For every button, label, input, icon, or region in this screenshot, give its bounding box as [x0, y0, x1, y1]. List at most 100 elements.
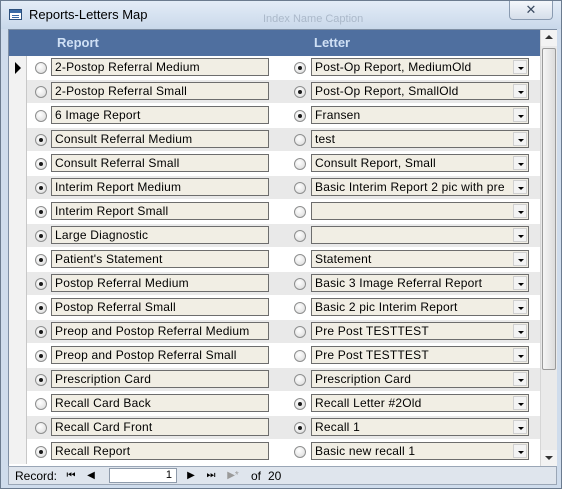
letter-radio[interactable] — [294, 278, 306, 290]
scroll-up-arrow-icon[interactable] — [541, 30, 557, 46]
report-field[interactable]: 6 Image Report — [51, 106, 269, 124]
letter-radio[interactable] — [294, 206, 306, 218]
report-field[interactable]: Patient's Statement — [51, 250, 269, 268]
dropdown-arrow-icon[interactable] — [513, 444, 527, 458]
vertical-scrollbar[interactable] — [540, 30, 557, 466]
title-bar[interactable]: Reports-Letters Map Index Name Caption ✕ — [1, 1, 561, 29]
record-selector[interactable] — [9, 104, 27, 128]
letter-radio[interactable] — [294, 302, 306, 314]
record-selector[interactable] — [9, 224, 27, 248]
report-field[interactable]: Postop Referral Medium — [51, 274, 269, 292]
new-record-icon[interactable]: ▶* — [223, 468, 243, 483]
dropdown-arrow-icon[interactable] — [513, 372, 527, 386]
letter-combobox[interactable]: Recall Letter #2Old — [311, 394, 529, 412]
dropdown-arrow-icon[interactable] — [513, 348, 527, 362]
report-field[interactable]: Preop and Postop Referral Small — [51, 346, 269, 364]
table-row[interactable]: Postop Referral Small Basic 2 pic Interim… — [9, 296, 540, 320]
dropdown-arrow-icon[interactable] — [513, 300, 527, 314]
report-radio[interactable] — [35, 158, 47, 170]
report-field[interactable]: Interim Report Small — [51, 202, 269, 220]
table-row[interactable]: Recall Card Front Recall 1 — [9, 416, 540, 440]
report-field[interactable]: Preop and Postop Referral Medium — [51, 322, 269, 340]
scrollbar-thumb[interactable] — [542, 48, 556, 370]
report-field[interactable]: Postop Referral Small — [51, 298, 269, 316]
record-selector[interactable] — [9, 272, 27, 296]
report-radio[interactable] — [35, 206, 47, 218]
letter-combobox[interactable]: Fransen — [311, 106, 529, 124]
report-radio[interactable] — [35, 182, 47, 194]
report-radio[interactable] — [35, 374, 47, 386]
letter-radio[interactable] — [294, 446, 306, 458]
report-field[interactable]: 2-Postop Referral Medium — [51, 58, 269, 76]
letter-combobox[interactable]: test — [311, 130, 529, 148]
dropdown-arrow-icon[interactable] — [513, 180, 527, 194]
record-selector[interactable] — [9, 200, 27, 224]
record-selector[interactable] — [9, 80, 27, 104]
next-record-icon[interactable]: ▶ — [181, 468, 201, 483]
table-row[interactable]: Prescription Card Prescription Card — [9, 368, 540, 392]
dropdown-arrow-icon[interactable] — [513, 132, 527, 146]
letter-combobox[interactable]: Basic Interim Report 2 pic with pre — [311, 178, 529, 196]
letter-combobox[interactable]: Pre Post TESTTEST — [311, 346, 529, 364]
report-field[interactable]: Recall Report — [51, 442, 269, 460]
letter-combobox[interactable]: Post-Op Report, MediumOld — [311, 58, 529, 76]
letter-radio[interactable] — [294, 254, 306, 266]
report-field[interactable]: Recall Card Back — [51, 394, 269, 412]
dropdown-arrow-icon[interactable] — [513, 252, 527, 266]
table-row[interactable]: Recall Card Back Recall Letter #2Old — [9, 392, 540, 416]
report-radio[interactable] — [35, 398, 47, 410]
record-selector[interactable] — [9, 344, 27, 368]
table-row[interactable]: 2-Postop Referral Small Post-Op Report, S… — [9, 80, 540, 104]
record-selector[interactable] — [9, 296, 27, 320]
record-selector[interactable] — [9, 248, 27, 272]
table-row[interactable]: 2-Postop Referral Medium Post-Op Report, … — [9, 56, 540, 80]
letter-radio[interactable] — [294, 110, 306, 122]
table-row[interactable]: 6 Image Report Fransen — [9, 104, 540, 128]
record-selector[interactable] — [9, 176, 27, 200]
report-radio[interactable] — [35, 86, 47, 98]
table-row[interactable]: Large Diagnostic — [9, 224, 540, 248]
letter-radio[interactable] — [294, 422, 306, 434]
record-selector[interactable] — [9, 320, 27, 344]
report-field[interactable]: Prescription Card — [51, 370, 269, 388]
letter-combobox[interactable]: Basic new recall 1 — [311, 442, 529, 460]
report-field[interactable]: Consult Referral Small — [51, 154, 269, 172]
report-radio[interactable] — [35, 446, 47, 458]
letter-combobox[interactable]: Prescription Card — [311, 370, 529, 388]
record-selector[interactable] — [9, 368, 27, 392]
letter-radio[interactable] — [294, 158, 306, 170]
scroll-down-arrow-icon[interactable] — [541, 450, 557, 466]
table-row[interactable]: Postop Referral Medium Basic 3 Image Refe… — [9, 272, 540, 296]
letter-combobox[interactable]: Basic 2 pic Interim Report — [311, 298, 529, 316]
letter-radio[interactable] — [294, 62, 306, 74]
letter-combobox[interactable]: Basic 3 Image Referral Report — [311, 274, 529, 292]
letter-combobox[interactable] — [311, 226, 529, 244]
report-radio[interactable] — [35, 110, 47, 122]
current-record-input[interactable]: 1 — [109, 468, 177, 483]
report-field[interactable]: 2-Postop Referral Small — [51, 82, 269, 100]
report-field[interactable]: Recall Card Front — [51, 418, 269, 436]
record-selector[interactable] — [9, 392, 27, 416]
report-radio[interactable] — [35, 350, 47, 362]
dropdown-arrow-icon[interactable] — [513, 84, 527, 98]
dropdown-arrow-icon[interactable] — [513, 396, 527, 410]
letter-radio[interactable] — [294, 326, 306, 338]
dropdown-arrow-icon[interactable] — [513, 108, 527, 122]
table-row[interactable]: Patient's Statement Statement — [9, 248, 540, 272]
table-row[interactable]: Preop and Postop Referral Small Pre Post … — [9, 344, 540, 368]
letter-combobox[interactable]: Post-Op Report, SmallOld — [311, 82, 529, 100]
letter-radio[interactable] — [294, 134, 306, 146]
dropdown-arrow-icon[interactable] — [513, 420, 527, 434]
table-row[interactable]: Consult Referral Medium test — [9, 128, 540, 152]
last-record-icon[interactable]: ⏭ — [201, 468, 221, 483]
record-selector[interactable] — [9, 128, 27, 152]
report-field[interactable]: Consult Referral Medium — [51, 130, 269, 148]
report-radio[interactable] — [35, 134, 47, 146]
letter-combobox[interactable]: Recall 1 — [311, 418, 529, 436]
report-radio[interactable] — [35, 326, 47, 338]
report-radio[interactable] — [35, 230, 47, 242]
letter-radio[interactable] — [294, 350, 306, 362]
table-row[interactable]: Recall Report Basic new recall 1 — [9, 440, 540, 464]
table-row[interactable]: Preop and Postop Referral Medium Pre Post… — [9, 320, 540, 344]
report-field[interactable]: Interim Report Medium — [51, 178, 269, 196]
